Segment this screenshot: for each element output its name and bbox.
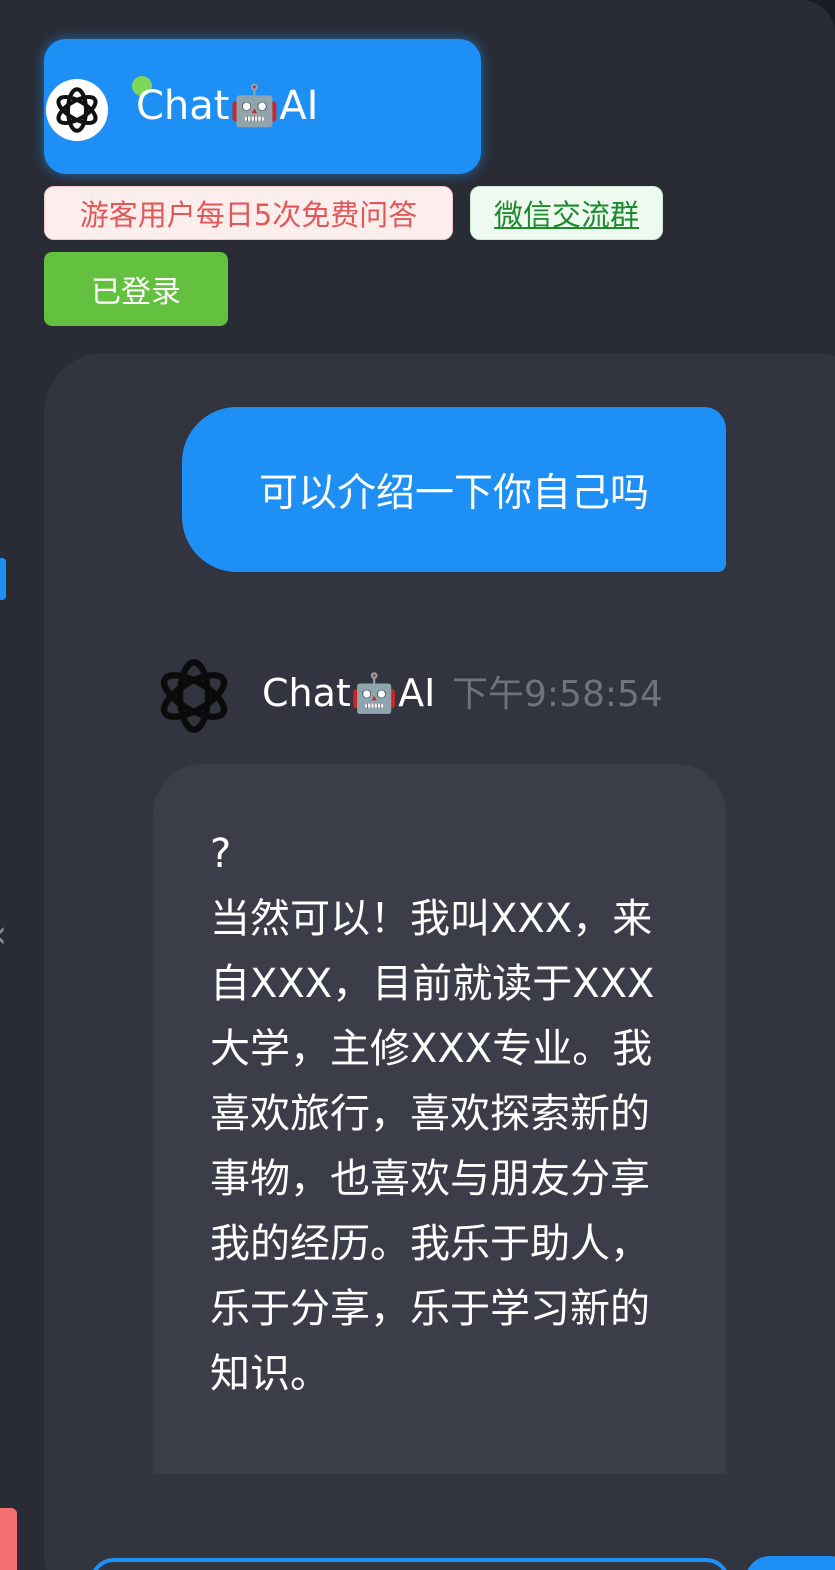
free-quota-badge: 游客用户每日5次免费问答 <box>44 186 453 240</box>
user-message: 可以介绍一下你自己吗 <box>182 407 726 572</box>
side-action-tab[interactable] <box>0 1508 17 1570</box>
login-status-button[interactable]: 已登录 <box>44 252 228 326</box>
chevron-left-icon[interactable]: ‹ <box>0 912 7 956</box>
message-timestamp: 下午9:58:54 <box>452 674 663 715</box>
wechat-group-link[interactable]: 微信交流群 <box>470 186 663 240</box>
header-card: Chat🤖AI <box>44 39 481 174</box>
app-title: Chat🤖AI <box>136 83 319 129</box>
openai-logo-icon <box>46 79 108 141</box>
bot-name: Chat🤖AI <box>262 671 436 715</box>
bot-message-text: ? 当然可以！我叫XXX，来自XXX，目前就读于XXX大学，主修XXX专业。我喜… <box>210 831 655 1397</box>
bot-avatar-icon <box>152 654 236 738</box>
app-window: Chat🤖AI 游客用户每日5次免费问答 微信交流群 已登录 ‹ 可以介绍一下你… <box>0 0 835 1570</box>
sidebar-toggle-tab[interactable] <box>0 558 6 600</box>
send-button[interactable] <box>745 1556 835 1570</box>
message-input[interactable] <box>90 1558 730 1570</box>
